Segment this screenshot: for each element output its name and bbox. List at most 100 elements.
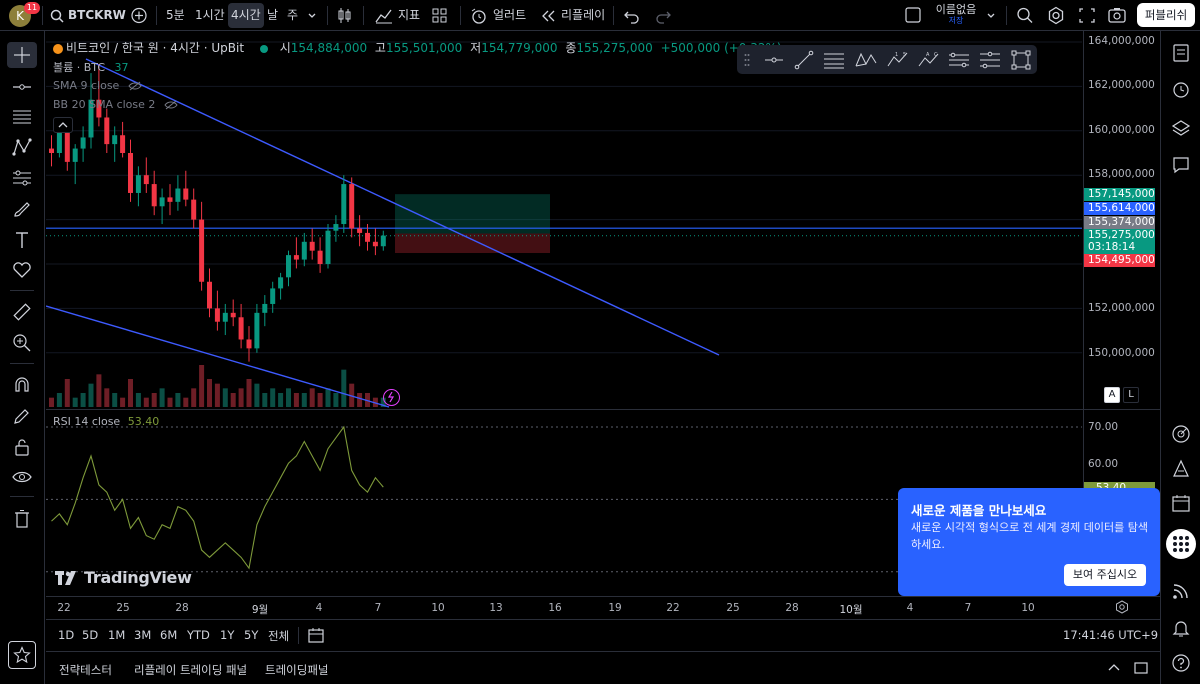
magnet-icon[interactable] (7, 372, 37, 398)
layout-name-button[interactable]: 이름없음 저장 (934, 3, 978, 29)
undo-icon[interactable] (624, 0, 640, 31)
maximize-panel-icon[interactable] (1133, 661, 1149, 675)
replay-label: 리플레이 (561, 8, 606, 22)
trend-line-icon[interactable] (793, 49, 815, 71)
candle-body (143, 175, 149, 185)
favorites-heart-icon[interactable] (7, 257, 37, 283)
pattern-tool-icon[interactable] (7, 134, 37, 160)
range-1y[interactable]: 1Y (220, 628, 234, 642)
zoom-in-icon[interactable] (7, 330, 37, 356)
abc-correction-icon[interactable]: AC (918, 49, 940, 71)
interval-5m[interactable]: 5분 (166, 0, 185, 31)
templates-grid-icon[interactable] (432, 0, 448, 31)
calendar-icon[interactable] (1166, 489, 1196, 517)
alert-button[interactable]: 얼러트 (470, 0, 526, 31)
symbol-search[interactable]: BTCKRW (50, 0, 126, 31)
layers-icon[interactable] (1166, 114, 1196, 142)
volume-bar (278, 393, 284, 407)
range-1d[interactable]: 1D (58, 628, 74, 642)
redo-icon[interactable] (655, 0, 671, 31)
interval-dropdown-chevron-icon[interactable] (306, 0, 318, 31)
range-3m[interactable]: 3M (134, 628, 151, 642)
tab-strategy-tester[interactable]: 전략테스터 (59, 662, 112, 678)
time-axis[interactable]: 22 25 28 9월 4 7 10 13 16 19 22 25 28 10월 4 7 10 (46, 596, 1160, 618)
candle-body (293, 255, 299, 260)
text-tool-icon[interactable] (7, 227, 37, 253)
range-ytd[interactable]: YTD (187, 628, 210, 642)
alerts-clock-icon[interactable] (1166, 75, 1196, 103)
fib-retracement-icon[interactable] (7, 104, 37, 130)
crosshair-icon[interactable] (7, 42, 37, 68)
drag-handle-icon[interactable] (741, 49, 753, 71)
layout-chevron-down-icon[interactable] (985, 0, 997, 31)
xabcd-pattern-icon[interactable] (855, 49, 877, 71)
compare-add-icon[interactable] (130, 0, 148, 31)
ruler-measure-icon[interactable] (7, 299, 37, 325)
pine-editor-icon[interactable] (1166, 455, 1196, 483)
auto-scale-button[interactable]: A (1104, 387, 1120, 403)
time-label: 28 (175, 602, 189, 614)
interval-4h[interactable]: 4시간 (228, 3, 264, 28)
chat-ideas-icon[interactable] (1166, 151, 1196, 179)
layout-checkbox-icon[interactable] (905, 0, 921, 31)
bb-hidden-eye-icon[interactable] (164, 100, 178, 110)
products-grid-icon[interactable] (1166, 529, 1196, 559)
notifications-bell-icon[interactable] (1166, 614, 1196, 642)
watchlist-icon[interactable] (1166, 39, 1196, 67)
collapse-panel-chevron-icon[interactable] (1106, 661, 1122, 675)
range-5d[interactable]: 5D (82, 628, 98, 642)
indicators-button[interactable]: 지표 (375, 0, 420, 31)
range-5y[interactable]: 5Y (244, 628, 258, 642)
bb-legend[interactable]: BB 20 SMA close 2 (53, 98, 178, 111)
interval-1h[interactable]: 1시간 (195, 0, 225, 31)
tab-trading-panel[interactable]: 트레이딩패널 (265, 662, 328, 678)
interval-1w[interactable]: 주 (287, 0, 298, 31)
trash-delete-icon[interactable] (7, 506, 37, 532)
replay-button[interactable]: 리플레이 (540, 0, 605, 31)
lightning-event-icon[interactable] (383, 389, 400, 406)
help-icon[interactable] (1166, 649, 1196, 677)
sma-hidden-eye-icon[interactable] (128, 81, 142, 91)
range-6m[interactable]: 6M (160, 628, 177, 642)
hide-eye-icon[interactable] (7, 464, 37, 490)
rectangle-tool-icon[interactable] (1010, 49, 1032, 71)
candles-chart-type-icon[interactable] (337, 0, 353, 31)
collapse-legend-chevron-icon[interactable] (53, 117, 73, 133)
range-1m[interactable]: 1M (108, 628, 125, 642)
keep-drawing-pencil-icon[interactable] (7, 403, 37, 429)
long-position-icon[interactable] (948, 49, 970, 71)
candle-body (104, 117, 110, 145)
timezone-clock[interactable]: 17:41:46 UTC+9 (1063, 628, 1158, 642)
candle-body (175, 188, 181, 202)
hotlists-target-icon[interactable] (1166, 420, 1196, 448)
volume-legend[interactable]: 볼륨 · BTC 37 (53, 59, 129, 75)
interval-1d[interactable]: 날 (267, 0, 278, 31)
news-feed-icon[interactable] (1166, 577, 1196, 605)
horizontal-ray-icon[interactable] (763, 49, 785, 71)
popup-show-me-button[interactable]: 보여 주십시오 (1064, 564, 1146, 586)
range-all[interactable]: 전체 (268, 628, 289, 644)
indicators-icon (375, 8, 393, 24)
parallel-channel-icon[interactable] (823, 49, 845, 71)
tab-replay-trading-panel[interactable]: 리플레이 트레이딩 패널 (134, 662, 247, 678)
rewind-icon (540, 9, 556, 23)
price-chart-pane[interactable]: 비트코인 / 한국 원 · 4시간 · UpBit 시154,884,000 고… (46, 31, 1082, 409)
brush-tool-icon[interactable] (7, 196, 37, 222)
go-to-date-calendar-icon[interactable] (307, 626, 325, 644)
fullscreen-icon[interactable] (1079, 0, 1095, 31)
lock-icon[interactable] (7, 434, 37, 460)
sma-legend[interactable]: SMA 9 close (53, 79, 142, 92)
trend-line-tool-icon[interactable] (7, 74, 37, 100)
elliott-wave-icon[interactable]: 15 (887, 49, 909, 71)
forecast-tool-icon[interactable] (7, 165, 37, 191)
quick-search-icon[interactable] (1016, 0, 1034, 31)
publish-button[interactable]: 퍼블리쉬 (1137, 3, 1195, 27)
settings-gear-icon[interactable] (1047, 0, 1065, 31)
log-scale-button[interactable]: L (1123, 387, 1139, 403)
candle-body (246, 339, 252, 349)
star-watchlist-icon[interactable] (8, 641, 36, 669)
rsi-legend[interactable]: RSI 14 close 53.40 (53, 415, 159, 428)
axis-settings-gear-icon[interactable] (1115, 600, 1129, 614)
fib-levels-icon[interactable] (979, 49, 1001, 71)
snapshot-camera-icon[interactable] (1108, 0, 1126, 31)
